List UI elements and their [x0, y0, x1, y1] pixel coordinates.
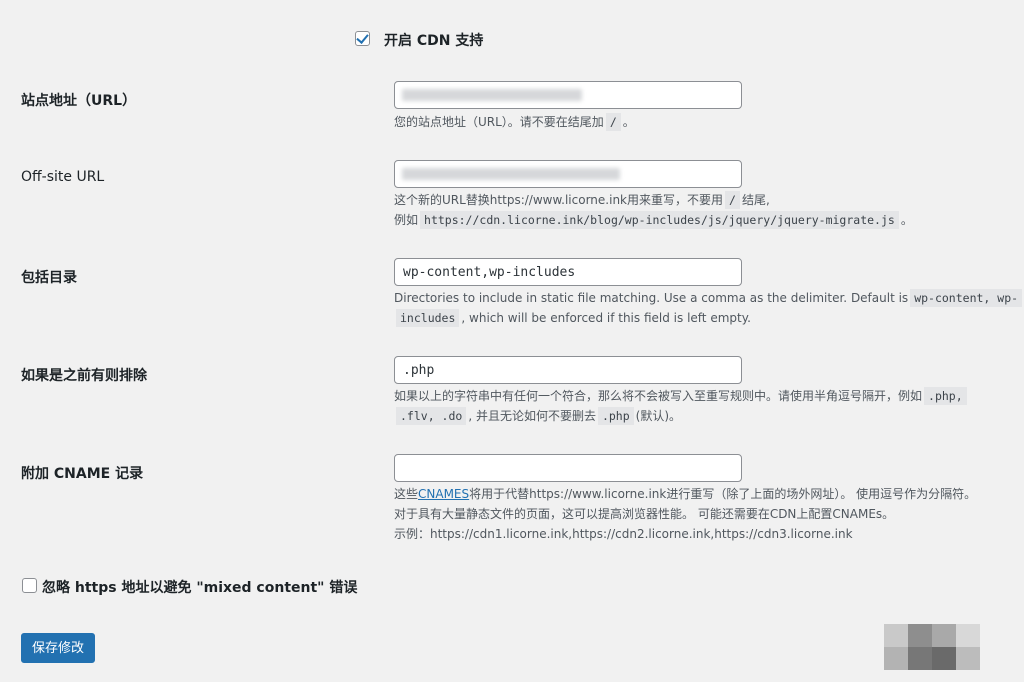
- ignore-https-label: 忽略 https 地址以避免 "mixed content" 错误: [42, 580, 358, 596]
- cnames-link[interactable]: CNAMES: [418, 487, 469, 501]
- cname-label: 附加 CNAME 记录: [21, 466, 144, 482]
- redacted-value: [402, 89, 582, 101]
- check-icon: [356, 31, 369, 44]
- enable-cdn-label: 开启 CDN 支持: [384, 33, 484, 49]
- site-url-label: 站点地址（URL）: [21, 93, 137, 109]
- exclude-label: 如果是之前有则排除: [21, 368, 147, 384]
- redacted-value: [402, 168, 620, 180]
- cname-description: 这些CNAMES将用于代替https://www.licorne.ink进行重写…: [394, 487, 977, 541]
- redacted-mosaic: [884, 624, 980, 670]
- ignore-https-checkbox[interactable]: [22, 578, 37, 593]
- exclude-description: 如果以上的字符串中有任何一个符合，那么将不会被写入至重写规则中。请使用半角逗号隔…: [394, 386, 969, 426]
- cname-input[interactable]: [394, 454, 742, 482]
- offsite-url-description: 这个新的URL替换https://www.licorne.ink用来重写，不要用…: [394, 191, 913, 229]
- exclude-input[interactable]: [394, 356, 742, 384]
- site-url-description: 您的站点地址（URL）。请不要在结尾加 /。: [394, 113, 635, 131]
- save-button[interactable]: 保存修改: [21, 633, 95, 663]
- offsite-url-label: Off-site URL: [21, 169, 105, 185]
- include-dirs-label: 包括目录: [21, 270, 77, 286]
- include-dirs-input[interactable]: [394, 258, 742, 286]
- enable-cdn-checkbox[interactable]: [355, 31, 370, 46]
- include-dirs-description: Directories to include in static file ma…: [394, 288, 1024, 328]
